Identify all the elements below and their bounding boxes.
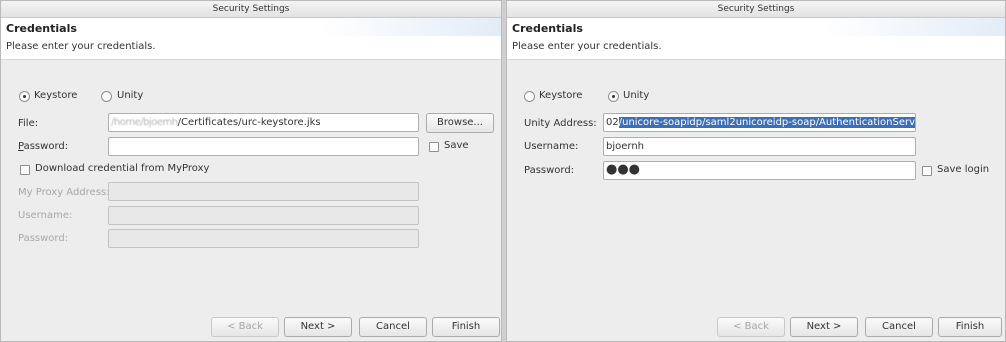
password-input[interactable]: ●●● <box>603 161 916 180</box>
unity-address-input[interactable]: 02/unicore-soapidp/saml2unicoreidp-soap/… <box>603 113 916 132</box>
save-checkbox[interactable] <box>429 142 439 152</box>
unity-address-prefix: 02 <box>606 117 619 128</box>
finish-button[interactable]: Finish <box>432 317 500 337</box>
unity-radio-label[interactable]: Unity <box>623 90 649 101</box>
save-checkbox-label[interactable]: Save <box>444 140 469 151</box>
unity-address-label: Unity Address: <box>524 118 597 129</box>
username-input[interactable]: bjoernh <box>603 137 916 156</box>
myproxy-checkbox[interactable] <box>20 165 30 175</box>
file-input[interactable]: /home/bjoernh/Certificates/urc-keystore.… <box>108 113 419 132</box>
wizard-banner: Credentials Please enter your credential… <box>507 18 1005 60</box>
file-path-blurred: /home/bjoernh <box>111 117 178 128</box>
unity-radio[interactable] <box>101 91 112 102</box>
page-subtitle: Please enter your credentials. <box>512 41 662 52</box>
window-title-bar: Security Settings <box>1 1 501 18</box>
keystore-radio-label[interactable]: Keystore <box>539 90 582 101</box>
next-button[interactable]: Next > <box>284 317 352 337</box>
finish-button[interactable]: Finish <box>938 317 1002 337</box>
page-subtitle: Please enter your credentials. <box>6 41 156 52</box>
myproxy-checkbox-label[interactable]: Download credential from MyProxy <box>35 163 209 174</box>
keystore-radio[interactable] <box>19 91 30 102</box>
unity-radio-label[interactable]: Unity <box>117 90 143 101</box>
page-title: Credentials <box>6 22 77 35</box>
myproxy-address-label: My Proxy Address: <box>18 187 110 198</box>
password-label: Password: <box>18 141 69 152</box>
file-label: File: <box>18 118 39 129</box>
keystore-radio[interactable] <box>524 91 535 102</box>
password-label: Password: <box>524 165 575 176</box>
unity-radio[interactable] <box>608 91 619 102</box>
back-button[interactable]: < Back <box>211 317 279 337</box>
keystore-radio-label[interactable]: Keystore <box>34 90 77 101</box>
save-login-checkbox[interactable] <box>922 166 932 176</box>
myproxy-address-input[interactable] <box>108 182 419 201</box>
myproxy-username-input[interactable] <box>108 206 419 225</box>
myproxy-password-label: Password: <box>18 233 69 244</box>
password-input[interactable] <box>108 137 419 156</box>
next-button[interactable]: Next > <box>790 317 858 337</box>
unity-address-selected-text: /unicore-soapidp/saml2unicoreidp-soap/Au… <box>618 117 915 128</box>
back-button[interactable]: < Back <box>717 317 785 337</box>
browse-button[interactable]: Browse... <box>426 113 494 133</box>
security-settings-dialog-keystore: Security Settings Credentials Please ent… <box>0 0 502 342</box>
username-label: Username: <box>524 141 579 152</box>
wizard-banner: Credentials Please enter your credential… <box>1 18 501 60</box>
myproxy-password-input[interactable] <box>108 229 419 248</box>
window-title-bar: Security Settings <box>507 1 1005 18</box>
banner-decoration <box>825 18 1005 36</box>
save-login-label[interactable]: Save login <box>937 164 989 175</box>
myproxy-username-label: Username: <box>18 210 73 221</box>
file-path-value: /Certificates/urc-keystore.jks <box>177 117 321 128</box>
page-title: Credentials <box>512 22 583 35</box>
banner-decoration <box>321 18 501 36</box>
security-settings-dialog-unity: Security Settings Credentials Please ent… <box>506 0 1006 342</box>
cancel-button[interactable]: Cancel <box>865 317 933 337</box>
cancel-button[interactable]: Cancel <box>359 317 427 337</box>
